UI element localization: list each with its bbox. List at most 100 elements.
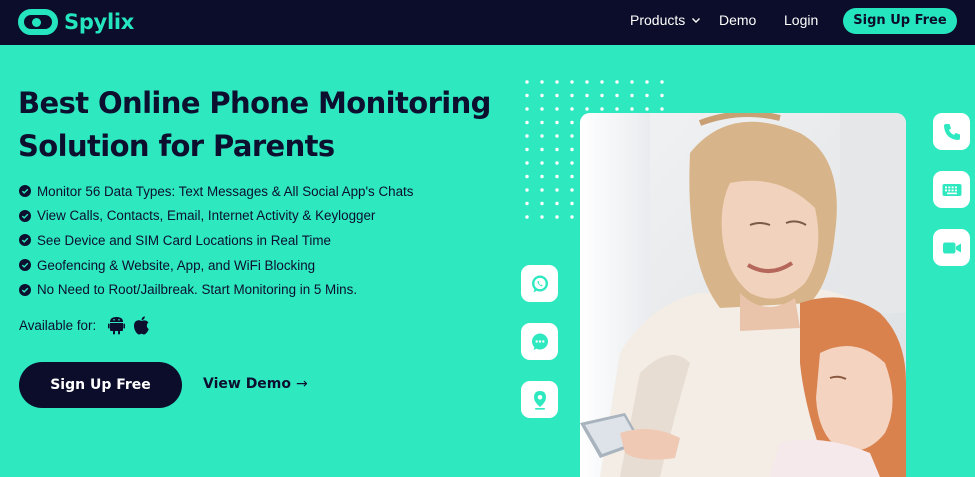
nav-signup-button[interactable]: Sign Up Free: [843, 8, 957, 34]
pattern-dot: [645, 107, 649, 111]
chevron-down-icon: [692, 18, 701, 23]
message-tile[interactable]: [521, 323, 558, 360]
pattern-dot: [525, 188, 529, 192]
pattern-dot: [630, 93, 634, 98]
call-tile[interactable]: [933, 113, 970, 150]
pattern-dot: [525, 147, 529, 152]
pattern-dot: [660, 80, 664, 84]
pattern-dot: [525, 215, 529, 219]
pattern-dot: [525, 80, 529, 84]
arrow-right-icon: →: [296, 376, 308, 392]
pattern-dot: [630, 107, 634, 111]
video-icon: [942, 242, 961, 253]
pattern-dot: [660, 107, 664, 111]
whatsapp-icon: [531, 275, 548, 292]
phone-icon: [943, 123, 960, 140]
check-icon: [19, 283, 31, 296]
pattern-dot: [555, 120, 559, 125]
nav-products-menu[interactable]: Products: [630, 12, 701, 28]
pattern-dot: [615, 107, 619, 111]
feature-text: View Calls, Contacts, Email, Internet Ac…: [37, 208, 376, 224]
feature-text: No Need to Root/Jailbreak. Start Monitor…: [37, 282, 358, 298]
pattern-dot: [660, 93, 664, 98]
logo-icon: [18, 9, 58, 35]
pattern-dot: [570, 188, 574, 192]
pattern-dot: [630, 80, 634, 84]
feature-item: No Need to Root/Jailbreak. Start Monitor…: [19, 277, 413, 302]
pattern-dot: [525, 134, 529, 138]
pattern-dot: [555, 161, 559, 165]
message-icon: [531, 333, 548, 350]
pattern-dot: [615, 80, 619, 84]
pattern-dot: [570, 107, 574, 111]
pattern-dot: [570, 201, 574, 206]
feature-text: See Device and SIM Card Locations in Rea…: [37, 232, 331, 248]
pattern-dot: [540, 147, 544, 152]
hero-photo-illustration: [580, 113, 906, 477]
pattern-dot: [570, 147, 574, 152]
feature-item: See Device and SIM Card Locations in Rea…: [19, 228, 413, 253]
pattern-dot: [585, 80, 589, 84]
brand-name: Spylix: [64, 10, 134, 34]
apple-icon[interactable]: [133, 316, 150, 335]
pattern-dot: [525, 120, 529, 125]
hero-signup-button[interactable]: Sign Up Free: [19, 362, 182, 408]
pattern-dot: [540, 93, 544, 98]
pattern-dot: [525, 107, 529, 111]
pattern-dot: [540, 80, 544, 84]
check-icon: [19, 234, 31, 247]
brand-logo[interactable]: Spylix: [18, 7, 134, 37]
pattern-dot: [555, 188, 559, 192]
pattern-dot: [540, 161, 544, 165]
location-tile[interactable]: [521, 381, 558, 418]
pattern-dot: [570, 120, 574, 125]
pattern-dot: [570, 161, 574, 165]
pattern-dot: [540, 188, 544, 192]
location-icon: [533, 390, 546, 410]
pattern-dot: [540, 174, 544, 179]
pattern-dot: [540, 134, 544, 138]
available-label: Available for:: [19, 318, 97, 333]
hero-photo-mother-daughter: [580, 113, 906, 477]
feature-text: Monitor 56 Data Types: Text Messages & A…: [37, 183, 414, 199]
pattern-dot: [525, 93, 529, 98]
pattern-dot: [585, 107, 589, 111]
pattern-dot: [555, 147, 559, 152]
android-icon[interactable]: [108, 316, 126, 335]
view-demo-label: View Demo: [203, 376, 292, 392]
feature-item: Monitor 56 Data Types: Text Messages & A…: [19, 179, 413, 204]
pattern-dot: [555, 80, 559, 84]
nav-demo-link[interactable]: Demo: [719, 12, 756, 28]
view-demo-link[interactable]: View Demo →: [203, 376, 308, 392]
feature-text: Geofencing & Website, App, and WiFi Bloc…: [37, 257, 316, 273]
pattern-dot: [570, 134, 574, 138]
pattern-dot: [555, 134, 559, 138]
check-icon: [19, 185, 31, 198]
check-icon: [19, 259, 31, 272]
keylogger-tile[interactable]: [933, 171, 970, 208]
pattern-dot: [540, 107, 544, 111]
hero-title-line2: Solution for Parents: [18, 129, 335, 163]
pattern-dot: [600, 93, 604, 98]
pattern-dot: [540, 120, 544, 125]
whatsapp-tile[interactable]: [521, 265, 558, 302]
available-platforms: Available for:: [19, 316, 150, 335]
pattern-dot: [555, 107, 559, 111]
pattern-dot: [645, 93, 649, 98]
pattern-dot: [615, 93, 619, 98]
pattern-dot: [555, 201, 559, 206]
pattern-dot: [540, 201, 544, 206]
pattern-dot: [570, 93, 574, 98]
pattern-dot: [525, 161, 529, 165]
top-navbar: Spylix Products Demo Login Sign Up Free: [0, 0, 975, 45]
nav-products-label: Products: [630, 12, 686, 28]
video-tile[interactable]: [933, 229, 970, 266]
pattern-dot: [645, 80, 649, 84]
pattern-dot: [555, 174, 559, 179]
pattern-dot: [570, 174, 574, 179]
pattern-dot: [570, 215, 574, 219]
pattern-dot: [600, 80, 604, 84]
nav-login-link[interactable]: Login: [784, 12, 818, 28]
feature-item: Geofencing & Website, App, and WiFi Bloc…: [19, 253, 413, 278]
pattern-dot: [555, 93, 559, 98]
